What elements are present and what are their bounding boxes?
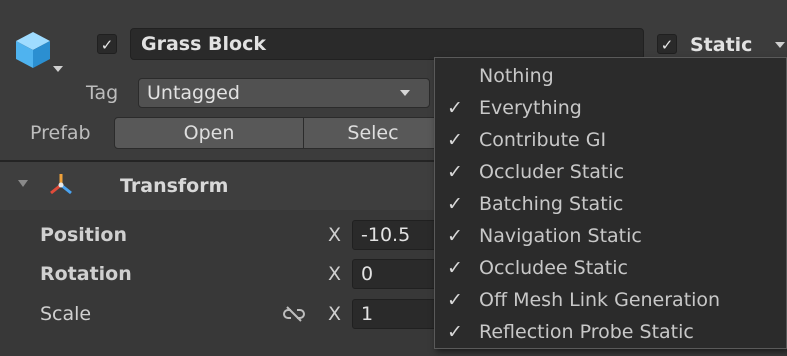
menu-item-batching-static[interactable]: ✓ Batching Static: [435, 188, 786, 220]
foldout-arrow-icon[interactable]: [18, 180, 28, 187]
menu-item-occludee-static[interactable]: ✓ Occludee Static: [435, 252, 786, 284]
checkmark-icon: ✓: [447, 129, 463, 151]
unlinked-chain-icon[interactable]: [283, 306, 305, 326]
menu-item-label: Reflection Probe Static: [479, 321, 694, 343]
prefab-select-button[interactable]: Selec: [303, 117, 443, 149]
prefab-open-button[interactable]: Open: [114, 117, 304, 149]
menu-item-reflection-probe-static[interactable]: ✓ Reflection Probe Static: [435, 316, 786, 348]
tag-label: Tag: [86, 82, 119, 104]
scale-label[interactable]: Scale: [40, 301, 91, 327]
position-label[interactable]: Position: [40, 222, 127, 248]
menu-item-everything[interactable]: ✓ Everything: [435, 92, 786, 124]
position-x-field[interactable]: -10.5: [352, 220, 442, 250]
checkmark-icon: ✓: [447, 257, 463, 279]
transform-axes-icon: [48, 172, 74, 200]
menu-item-label: Off Mesh Link Generation: [479, 289, 721, 311]
rotation-x-label[interactable]: X: [328, 261, 341, 287]
active-checkbox[interactable]: ✓: [97, 34, 117, 54]
menu-item-label: Navigation Static: [479, 225, 642, 247]
checkmark-icon: ✓: [447, 321, 463, 343]
static-checkbox[interactable]: ✓: [657, 34, 677, 54]
rotation-label[interactable]: Rotation: [40, 261, 132, 287]
static-flags-menu: Nothing ✓ Everything ✓ Contribute GI ✓ O…: [434, 57, 787, 349]
menu-item-occluder-static[interactable]: ✓ Occluder Static: [435, 156, 786, 188]
object-name-field[interactable]: Grass Block: [130, 28, 644, 60]
static-label[interactable]: Static: [690, 30, 752, 60]
checkmark-icon: ✓: [447, 289, 463, 311]
checkmark-icon: ✓: [447, 193, 463, 215]
menu-item-nothing[interactable]: Nothing: [435, 60, 786, 92]
chevron-down-icon[interactable]: [400, 90, 410, 96]
checkmark-icon: ✓: [447, 161, 463, 183]
transform-title: Transform: [120, 175, 229, 197]
rotation-x-field[interactable]: 0: [352, 259, 442, 289]
menu-item-off-mesh-link-generation[interactable]: ✓ Off Mesh Link Generation: [435, 284, 786, 316]
icon-dropdown-icon[interactable]: [53, 66, 63, 72]
menu-item-label: Nothing: [479, 65, 554, 87]
menu-item-label: Occludee Static: [479, 257, 628, 279]
scale-x-field[interactable]: 1: [352, 299, 442, 329]
tag-dropdown[interactable]: Untagged: [138, 78, 430, 108]
menu-item-label: Batching Static: [479, 193, 624, 215]
menu-item-navigation-static[interactable]: ✓ Navigation Static: [435, 220, 786, 252]
scale-x-label[interactable]: X: [328, 301, 341, 327]
prefab-label: Prefab: [30, 122, 91, 144]
checkmark-icon: ✓: [447, 97, 463, 119]
menu-item-label: Occluder Static: [479, 161, 625, 183]
menu-item-contribute-gi[interactable]: ✓ Contribute GI: [435, 124, 786, 156]
menu-item-label: Contribute GI: [479, 129, 607, 151]
menu-item-label: Everything: [479, 97, 582, 119]
gameobject-cube-icon[interactable]: [14, 30, 52, 74]
checkmark-icon: ✓: [447, 225, 463, 247]
static-dropdown-icon[interactable]: [775, 42, 785, 48]
position-x-label[interactable]: X: [328, 222, 341, 248]
